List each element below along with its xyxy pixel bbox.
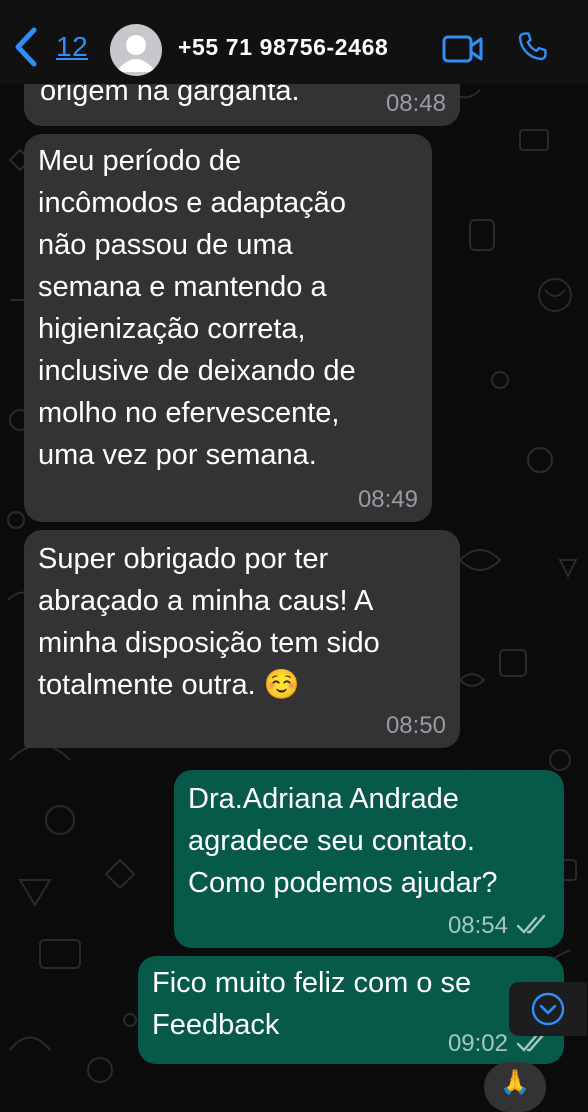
back-button[interactable]: 12 [10,26,88,68]
message-time: 08:54 [447,912,508,939]
video-call-button[interactable] [442,34,484,69]
message-time: 08:48 [385,90,446,117]
unread-count: 12 [56,31,89,62]
avatar[interactable] [110,24,162,76]
scroll-to-bottom-button[interactable] [509,982,587,1036]
reaction-emoji: 🙏 [500,1069,530,1096]
message-bubble[interactable]: Meu período de incômodos e adaptação não… [24,134,432,522]
message-text: Super obrigado por ter abraçado a minha … [38,543,380,701]
message-time: 08:50 [385,712,446,739]
message-bubble[interactable]: Super obrigado por ter abraçado a minha … [24,530,460,748]
message-time: 09:02 [447,1030,508,1057]
message-time: 08:49 [357,486,418,513]
voice-call-button[interactable] [515,30,549,69]
message-text: Fico muito feliz com o se Feedback [152,967,472,1041]
phone-icon [518,32,547,61]
chat-header: 12 +55 71 98756-2468 [0,0,588,84]
message-text: Meu período de incômodos e adaptação não… [38,145,356,471]
double-check-icon [516,914,546,934]
video-camera-icon [442,35,483,63]
message-text: Dra.Adriana Andrade agradece seu contato… [188,783,498,899]
message-bubble[interactable]: Fico muito feliz com o se Feedback 09:02 [138,956,564,1064]
person-icon [116,35,156,72]
message-bubble[interactable]: Dra.Adriana Andrade agradece seu contato… [174,770,564,948]
chevron-left-icon [15,27,37,67]
chevron-down-circle-icon [531,992,565,1026]
contact-name[interactable]: +55 71 98756-2468 [178,34,388,61]
